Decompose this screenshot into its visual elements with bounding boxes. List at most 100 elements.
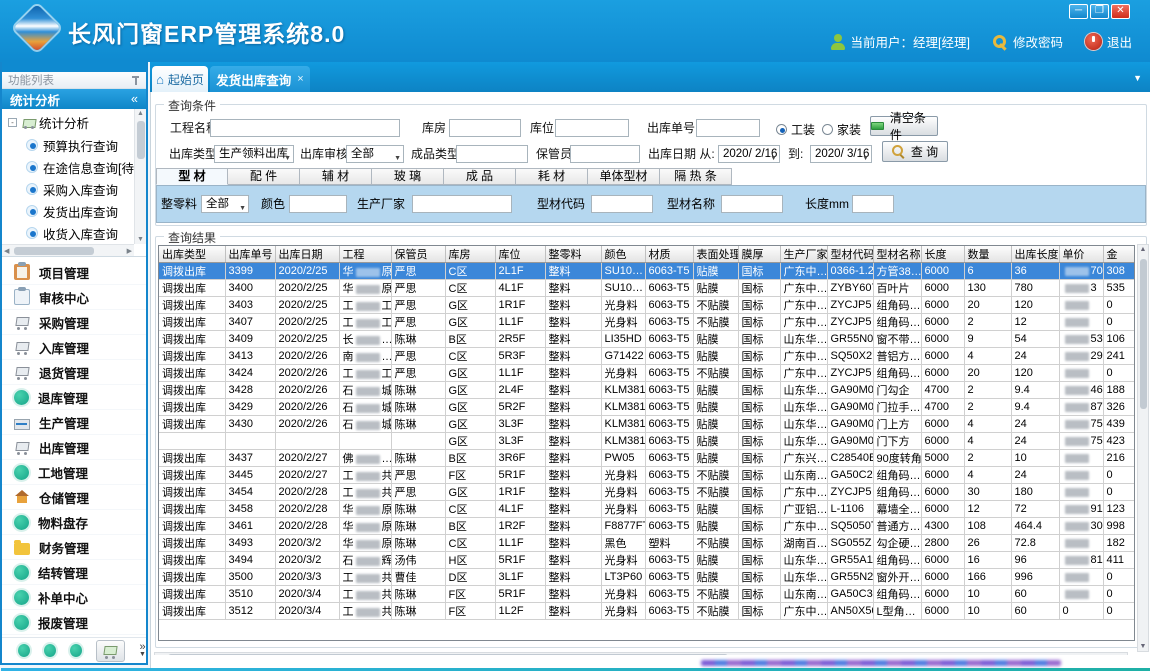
tree-item[interactable]: 收货入库查询 xyxy=(2,222,134,244)
grid-vertical-scrollbar[interactable]: ▲ ▼ xyxy=(1137,244,1149,652)
column-header[interactable]: 型材代码 xyxy=(827,246,873,263)
module-dot-icon[interactable] xyxy=(18,644,30,657)
order-no-input[interactable] xyxy=(696,119,760,137)
table-row[interactable]: 调拨出库34942020/3/2石辉城汤伟H区5R1F整料光身料6063-T5贴… xyxy=(159,552,1135,569)
date-from-select[interactable]: 2020/ 2/16 xyxy=(718,145,780,163)
clear-conditions-button[interactable]: 清空条件 xyxy=(870,116,938,136)
logout-button[interactable]: 退出 xyxy=(1085,32,1132,51)
color-input[interactable] xyxy=(289,195,347,213)
project-name-input[interactable] xyxy=(210,119,400,137)
length-input[interactable] xyxy=(852,195,894,213)
name-input[interactable] xyxy=(721,195,783,213)
material-tab[interactable]: 玻 璃 xyxy=(372,168,444,185)
tab-close-icon[interactable]: × xyxy=(297,73,303,85)
tab-outbound-query[interactable]: 发货出库查询 × xyxy=(210,66,310,92)
radio-gongzhuang[interactable]: 工装 xyxy=(776,121,815,138)
warehouse-input[interactable] xyxy=(449,119,521,137)
sidebar-item-house[interactable]: 仓储管理 xyxy=(2,485,146,510)
column-header[interactable]: 保管员 xyxy=(391,246,445,263)
keeper-input[interactable] xyxy=(570,145,640,163)
material-tab[interactable]: 隔 热 条 xyxy=(660,168,732,185)
tree-item[interactable]: 在途信息查询[待 xyxy=(2,156,134,178)
whole-select[interactable]: 全部 xyxy=(201,195,249,213)
table-row[interactable]: 调拨出库34582020/2/28华原…陈琳C区4L1F整料光身料6063-T5… xyxy=(159,501,1135,518)
sidebar-item-circle[interactable]: 物料盘存 xyxy=(2,510,146,535)
scrollbar-thumb[interactable] xyxy=(137,121,145,159)
sidebar-item-cart[interactable]: 入库管理 xyxy=(2,335,146,360)
table-row[interactable]: 调拨出库34242020/2/26工工程严思G区1L1F整料光身料6063-T5… xyxy=(159,365,1135,382)
sidebar-item-folder[interactable]: 财务管理 xyxy=(2,535,146,560)
column-header[interactable]: 数量 xyxy=(964,246,1011,263)
column-header[interactable]: 材质 xyxy=(645,246,693,263)
column-header[interactable]: 膜厚 xyxy=(738,246,780,263)
tree-root-stats[interactable]: - 统计分析 xyxy=(2,111,134,134)
search-button[interactable]: 查 询 xyxy=(882,141,948,162)
cart-module-button[interactable] xyxy=(96,640,125,662)
scroll-left-icon[interactable]: ◀ xyxy=(4,247,9,255)
table-row[interactable]: 调拨出库34132020/2/26南…严思C区5R3F整料G714226063-… xyxy=(159,348,1135,365)
table-row[interactable]: 调拨出库35102020/3/4工共工程陈琳F区5R1F整料光身料6063-T5… xyxy=(159,586,1135,603)
scroll-up-icon[interactable]: ▲ xyxy=(135,110,146,117)
table-row[interactable]: G区3L3F整料KLM38176063-T5贴膜国标山东华…GA90M09.门下… xyxy=(159,433,1135,450)
column-header[interactable]: 出库类型 xyxy=(159,246,225,263)
column-header[interactable]: 出库长度 xyxy=(1011,246,1059,263)
tab-overflow-icon[interactable]: ▼ xyxy=(1133,73,1142,83)
table-row[interactable]: 调拨出库34612020/2/28华原…陈琳B区1R2F整料F8877FT606… xyxy=(159,518,1135,535)
date-to-select[interactable]: 2020/ 3/16 xyxy=(810,145,872,163)
maximize-button[interactable]: ❐ xyxy=(1090,4,1109,19)
sidebar-item-clip-blue[interactable]: 审核中心 xyxy=(2,285,146,310)
column-header[interactable]: 生产厂家 xyxy=(780,246,827,263)
scroll-down-icon[interactable]: ▼ xyxy=(135,236,146,243)
table-row[interactable]: 调拨出库34282020/2/26石城陈琳G区2L4F整料KLM38176063… xyxy=(159,382,1135,399)
material-tab[interactable]: 耗 材 xyxy=(516,168,588,185)
sidebar-overflow-button[interactable]: »▼ xyxy=(139,643,146,659)
material-tab[interactable]: 辅 材 xyxy=(300,168,372,185)
sidebar-item-cart[interactable]: 采购管理 xyxy=(2,310,146,335)
table-row[interactable]: 调拨出库34032020/2/25工工程严思G区1R1F整料光身料6063-T5… xyxy=(159,297,1135,314)
column-header[interactable]: 金 xyxy=(1103,246,1135,263)
minimize-button[interactable]: ─ xyxy=(1069,4,1088,19)
table-row[interactable]: 调拨出库35002020/3/3工共工程曹佳D区3L1F整料LT3P606063… xyxy=(159,569,1135,586)
scrollbar-thumb[interactable] xyxy=(14,247,94,255)
sidebar-item-circle[interactable]: 结转管理 xyxy=(2,560,146,585)
sidebar-item-circle[interactable]: 补单中心 xyxy=(2,585,146,610)
product-type-input[interactable] xyxy=(456,145,528,163)
table-row[interactable]: 调拨出库34452020/2/27工共工程严思F区5R1F整料光身料6063-T… xyxy=(159,467,1135,484)
sidebar-item-cart[interactable]: 出库管理 xyxy=(2,435,146,460)
table-row[interactable]: 调拨出库35122020/3/4工共工程陈琳F区1L2F整料光身料6063-T5… xyxy=(159,603,1135,620)
column-header[interactable]: 库房 xyxy=(445,246,495,263)
radio-jiazhuang[interactable]: 家装 xyxy=(822,121,861,138)
column-header[interactable]: 颜色 xyxy=(601,246,645,263)
tree-vertical-scrollbar[interactable]: ▲ ▼ xyxy=(134,109,146,244)
table-row[interactable]: 调拨出库34372020/2/27佛…陈琳B区3R6F整料PW056063-T5… xyxy=(159,450,1135,467)
audit-select[interactable]: 全部 xyxy=(346,145,404,163)
table-row[interactable]: 调拨出库34072020/2/25工工程严思G区1L1F整料光身料6063-T5… xyxy=(159,314,1135,331)
sidebar-item-cart[interactable]: 退货管理 xyxy=(2,360,146,385)
sidebar-item-clip-orange[interactable]: 项目管理 xyxy=(2,260,146,285)
column-header[interactable]: 长度 xyxy=(921,246,964,263)
column-header[interactable]: 库位 xyxy=(495,246,545,263)
stats-section-header[interactable]: 统计分析 « xyxy=(2,89,146,109)
sidebar-item-circle[interactable]: 退库管理 xyxy=(2,385,146,410)
material-tab[interactable]: 配 件 xyxy=(228,168,300,185)
sidebar-item-circle[interactable]: 工地管理 xyxy=(2,460,146,485)
change-password-button[interactable]: 修改密码 xyxy=(992,32,1063,51)
table-row[interactable]: 调拨出库34092020/2/25长…陈琳B区2R5F整料LI35HD6063-… xyxy=(159,331,1135,348)
tree-item[interactable]: 采购入库查询 xyxy=(2,178,134,200)
table-row[interactable]: 调拨出库34932020/3/2华原…陈琳C区1L1F整料黑色塑料不贴膜国标湖南… xyxy=(159,535,1135,552)
sidebar-item-circle[interactable]: 报废管理 xyxy=(2,610,146,635)
tree-horizontal-scrollbar[interactable]: ◀ ▶ xyxy=(2,244,134,256)
column-header[interactable]: 单价 xyxy=(1059,246,1103,263)
scroll-right-icon[interactable]: ▶ xyxy=(127,247,132,255)
table-row[interactable]: 调拨出库34302020/2/26石城陈琳G区3L3F整料KLM38176063… xyxy=(159,416,1135,433)
module-dot-icon[interactable] xyxy=(70,644,82,657)
column-header[interactable]: 整零料 xyxy=(545,246,601,263)
collapse-icon[interactable]: « xyxy=(131,92,138,106)
table-row[interactable]: 调拨出库33992020/2/25华原…严思C区2L1F整料SU10…6063-… xyxy=(159,263,1135,280)
material-tab[interactable]: 型 材 xyxy=(156,168,228,185)
material-tab[interactable]: 成 品 xyxy=(444,168,516,185)
close-button[interactable]: ✕ xyxy=(1111,4,1130,19)
column-header[interactable]: 出库日期 xyxy=(275,246,339,263)
material-tab[interactable]: 单体型材 xyxy=(588,168,660,185)
module-dot-icon[interactable] xyxy=(44,644,56,657)
